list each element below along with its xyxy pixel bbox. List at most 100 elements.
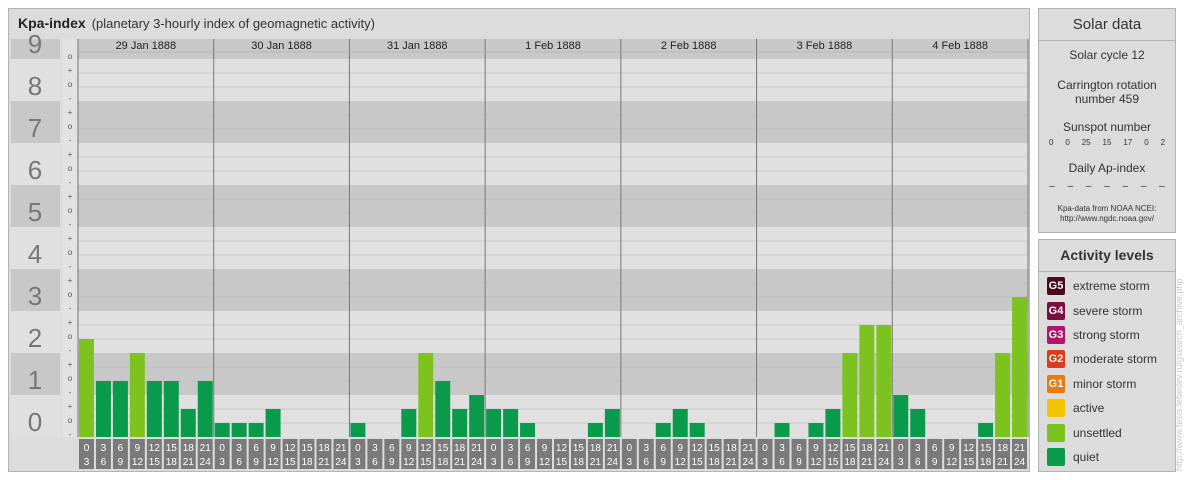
time-end-label: 9 [660,457,666,468]
time-start-label: 18 [318,443,330,454]
y-tick-label: 0 [28,407,42,437]
chart-title: Kpa-index (planetary 3-hourly index of ge… [18,15,375,31]
kp-bar [689,423,705,437]
time-end-label: 21 [726,457,738,468]
solar-data-title: Solar data [1039,9,1175,41]
minor-tick-label: + [68,150,73,159]
time-start-label: 0 [627,443,633,454]
kp-bar [520,423,536,437]
y-tick-label: 8 [28,71,42,101]
time-start-label: 12 [149,443,161,454]
watermark: http://www.tesis.lebedev.ru/gsearch_arch… [1176,279,1184,471]
minor-tick-label: o [68,206,73,215]
y-tick-label: 3 [28,281,42,311]
activity-level-swatch [1047,447,1065,466]
time-end-label: 3 [762,457,768,468]
watermark-text: http://www.tesis.lebedev.ru/gsearch_arch… [1176,279,1184,471]
time-end-label: 21 [183,457,195,468]
time-end-label: 18 [573,457,585,468]
day-label: 30 Jan 1888 [251,40,312,52]
minor-tick-label: - [69,262,72,271]
sunspot-values: 0 0 25 15 17 0 2 [1039,138,1175,147]
time-start-label: 21 [878,443,890,454]
activity-level-swatch [1047,399,1065,418]
kp-bar [587,423,603,437]
time-start-label: 18 [183,443,195,454]
time-start-label: 15 [437,443,449,454]
solar-cycle: Solar cycle 12 [1069,48,1145,62]
activity-level-item: active [1039,396,1175,420]
minor-tick-label: o [68,80,73,89]
activity-level-swatch: G2 [1047,350,1065,369]
activity-level-label: active [1073,401,1105,416]
time-end-label: 6 [644,457,650,468]
time-start-label: 15 [980,443,992,454]
kp-bar [604,408,620,437]
minor-tick-label: + [68,234,73,243]
minor-tick-label: + [68,108,73,117]
activity-levels-list: G5 extreme storm G4 severe storm G3 strong st… [1039,272,1175,469]
kp-bar [910,408,926,437]
time-end-label: 21 [454,457,466,468]
ap-index-values: – – – – – – – [1039,181,1175,192]
minor-tick-label: + [68,192,73,201]
time-end-label: 6 [101,457,107,468]
time-start-label: 9 [135,443,141,454]
time-start-label: 15 [301,443,313,454]
time-end-label: 12 [675,457,687,468]
chart-subtitle: (planetary 3-hourly index of geomagnetic… [91,16,375,31]
time-start-label: 6 [525,443,531,454]
time-start-label: 0 [84,443,90,454]
time-start-label: 15 [844,443,856,454]
kp-bar [978,423,994,437]
minor-tick-label: - [69,178,72,187]
minor-tick-label: - [69,430,72,439]
time-start-label: 15 [166,443,178,454]
activity-level-swatch: G4 [1047,301,1065,320]
time-start-label: 21 [200,443,212,454]
minor-tick-label: + [68,66,73,75]
day-label: 1 Feb 1888 [525,40,581,52]
kp-bar [672,408,688,437]
activity-level-item: G5 extreme storm [1039,274,1175,298]
kp-bar [893,395,909,437]
time-end-label: 3 [898,457,904,468]
time-end-label: 15 [556,457,568,468]
minor-tick-label: - [69,220,72,229]
sunspot-value: 0 [1144,138,1149,147]
time-end-label: 3 [84,457,90,468]
time-start-label: 18 [861,443,873,454]
time-end-label: 15 [827,457,839,468]
time-start-label: 3 [644,443,650,454]
time-end-label: 6 [372,457,378,468]
time-start-label: 12 [692,443,704,454]
kp-bar [231,423,247,437]
kp-bar [842,353,858,437]
band [78,269,1028,311]
minor-tick-label: o [68,374,73,383]
time-end-label: 21 [861,457,873,468]
time-end-label: 24 [200,457,212,468]
carrington-line-2: number 459 [1074,92,1140,106]
time-end-label: 15 [284,457,296,468]
time-start-label: 0 [219,443,225,454]
time-end-label: 9 [118,457,124,468]
day-label: 2 Feb 1888 [661,40,717,52]
activity-level-swatch: G5 [1047,277,1065,296]
minor-tick-label: o [68,290,73,299]
y-tick-label: 7 [28,113,42,143]
time-start-label: 9 [813,443,819,454]
time-end-label: 9 [796,457,802,468]
time-start-label: 9 [406,443,412,454]
minor-tick-label: + [68,402,73,411]
activity-level-item: G2 moderate storm [1039,347,1175,371]
ap-value: – [1159,181,1165,192]
kp-bar [503,408,519,437]
day-label: 3 Feb 1888 [797,40,853,52]
time-end-label: 21 [318,457,330,468]
activity-level-item: G1 minor storm [1039,372,1175,396]
ap-value: – [1085,181,1092,192]
kp-bar [435,381,451,437]
band [78,143,1028,185]
kpa-chart: 0123456789-o+-o+-o+-o+-o+-o+-o+-o+-o+o29… [11,29,1029,469]
